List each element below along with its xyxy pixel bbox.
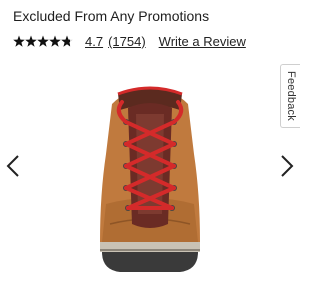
- star-icon: [13, 35, 25, 47]
- star-icon: [49, 35, 61, 47]
- rating-value-link[interactable]: 4.7: [85, 34, 103, 49]
- star-icon: [37, 35, 49, 47]
- product-image[interactable]: [88, 84, 212, 283]
- star-half-icon: [61, 35, 73, 47]
- star-icon: [25, 35, 37, 47]
- carousel-next-button[interactable]: [280, 154, 294, 183]
- review-count-link[interactable]: (1754): [108, 34, 146, 49]
- promotion-notice: Excluded From Any Promotions: [13, 8, 210, 24]
- write-review-link[interactable]: Write a Review: [159, 34, 246, 49]
- rating-row: 4.7 (1754) Write a Review: [13, 34, 246, 49]
- feedback-label: Feedback: [284, 71, 297, 121]
- chevron-right-icon: [281, 155, 294, 177]
- chevron-left-icon: [6, 155, 19, 177]
- carousel-prev-button[interactable]: [6, 154, 20, 183]
- feedback-tab[interactable]: Feedback: [280, 64, 300, 128]
- star-rating: [13, 35, 73, 49]
